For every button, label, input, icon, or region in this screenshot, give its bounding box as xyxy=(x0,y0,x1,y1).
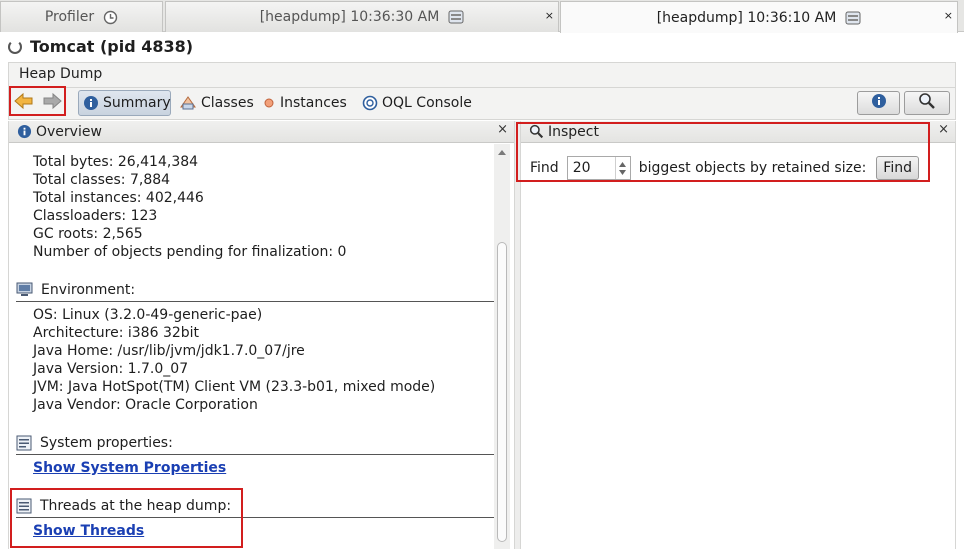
stat-total-classes: Total classes: 7,884 xyxy=(33,172,171,188)
properties-list-icon xyxy=(16,435,32,451)
inspect-title: Inspect xyxy=(548,123,599,140)
heapdump-icon xyxy=(448,10,464,24)
search-button[interactable] xyxy=(904,91,950,115)
close-icon[interactable]: × xyxy=(545,9,554,22)
process-title: Tomcat (pid 4838) xyxy=(8,37,193,56)
oql-icon xyxy=(362,95,378,111)
scroll-up-arrow-icon[interactable] xyxy=(498,150,506,155)
classes-icon xyxy=(179,95,197,111)
system-properties-title: System properties: xyxy=(40,434,173,451)
tab-label: [heapdump] 10:36:30 AM xyxy=(259,9,440,25)
environment-section-header: Environment: xyxy=(16,278,495,302)
clock-icon xyxy=(103,10,118,25)
threads-section-header: Threads at the heap dump: xyxy=(16,494,495,518)
environment-title: Environment: xyxy=(41,281,136,298)
heapdump-icon xyxy=(845,11,861,25)
tab-heapdump-103610[interactable]: [heapdump] 10:36:10 AM × xyxy=(560,1,958,33)
env-java-vendor: Java Vendor: Oracle Corporation xyxy=(33,397,258,413)
instances-label: Instances xyxy=(280,95,347,111)
env-java-home: Java Home: /usr/lib/jvm/jdk1.7.0_07/jre xyxy=(33,343,305,359)
stat-total-instances: Total instances: 402,446 xyxy=(33,190,204,206)
instance-dot-icon xyxy=(262,96,276,110)
close-icon[interactable]: × xyxy=(938,122,949,137)
system-properties-section-header: System properties: xyxy=(16,431,495,455)
editor-tab-strip: Profiler [heapdump] 10:36:30 AM × [heapd… xyxy=(0,0,964,33)
divider xyxy=(9,87,955,88)
info-button[interactable] xyxy=(857,91,900,115)
classes-button[interactable]: Classes xyxy=(175,90,258,116)
oql-console-button[interactable]: OQL Console xyxy=(358,90,476,116)
history-nav xyxy=(10,89,66,117)
retained-size-label: biggest objects by retained size: xyxy=(638,160,867,176)
stat-pending-finalization: Number of objects pending for finalizati… xyxy=(33,244,347,260)
spinner-down-icon[interactable] xyxy=(619,169,627,175)
heap-dump-label: Heap Dump xyxy=(19,66,103,82)
summary-label: Summary xyxy=(103,95,171,111)
oql-console-label: OQL Console xyxy=(382,95,472,111)
spinner-arrows[interactable] xyxy=(614,157,630,179)
tab-profiler[interactable]: Profiler xyxy=(0,1,163,32)
search-icon xyxy=(918,92,936,114)
env-jvm: JVM: Java HotSpot(TM) Client VM (23.3-b0… xyxy=(33,379,436,395)
show-system-properties-link[interactable]: Show System Properties xyxy=(33,460,226,476)
find-biggest-objects-row: Find 20 biggest objects by retained size… xyxy=(530,155,919,181)
find-button[interactable]: Find xyxy=(876,156,919,180)
tab-heapdump-103630[interactable]: [heapdump] 10:36:30 AM × xyxy=(165,1,559,32)
env-os: OS: Linux (3.2.0-49-generic-pae) xyxy=(33,307,263,323)
find-label: Find xyxy=(530,160,559,176)
threads-title: Threads at the heap dump: xyxy=(40,497,232,514)
inspect-panel: Inspect × xyxy=(520,121,956,549)
tab-label: Profiler xyxy=(44,9,95,25)
process-title-text: Tomcat (pid 4838) xyxy=(30,37,194,56)
classes-label: Classes xyxy=(201,95,254,111)
tab-label: [heapdump] 10:36:10 AM xyxy=(656,9,837,26)
scrollbar-thumb[interactable] xyxy=(497,242,507,542)
threads-list-icon xyxy=(16,498,32,514)
magnifier-icon xyxy=(529,124,544,139)
forward-arrow-icon[interactable] xyxy=(42,92,62,114)
stat-classloaders: Classloaders: 123 xyxy=(33,208,158,224)
back-arrow-icon[interactable] xyxy=(14,92,34,114)
spinner-up-icon[interactable] xyxy=(619,161,627,167)
instances-button[interactable]: Instances xyxy=(258,90,351,116)
env-architecture: Architecture: i386 32bit xyxy=(33,325,200,341)
overview-scrollbar[interactable] xyxy=(494,144,510,549)
view-toolbar: Summary Classes Instances OQL Console xyxy=(8,89,956,119)
stat-gc-roots: GC roots: 2,565 xyxy=(33,226,143,242)
loading-spinner-icon xyxy=(8,39,22,54)
info-icon xyxy=(17,124,32,139)
object-count-value[interactable]: 20 xyxy=(568,160,591,176)
object-count-spinner[interactable]: 20 xyxy=(566,156,631,180)
close-icon[interactable]: × xyxy=(944,9,953,22)
overview-header: Overview × xyxy=(9,121,514,143)
show-threads-link[interactable]: Show Threads xyxy=(33,523,144,539)
info-icon xyxy=(83,95,99,111)
env-java-version: Java Version: 1.7.0_07 xyxy=(33,361,189,377)
summary-button[interactable]: Summary xyxy=(78,90,171,116)
info-icon xyxy=(871,93,887,113)
close-icon[interactable]: × xyxy=(497,122,508,137)
inspect-header: Inspect × xyxy=(521,121,955,143)
stat-total-bytes: Total bytes: 26,414,384 xyxy=(33,154,199,170)
computer-icon xyxy=(16,282,33,297)
overview-title: Overview xyxy=(36,123,102,140)
